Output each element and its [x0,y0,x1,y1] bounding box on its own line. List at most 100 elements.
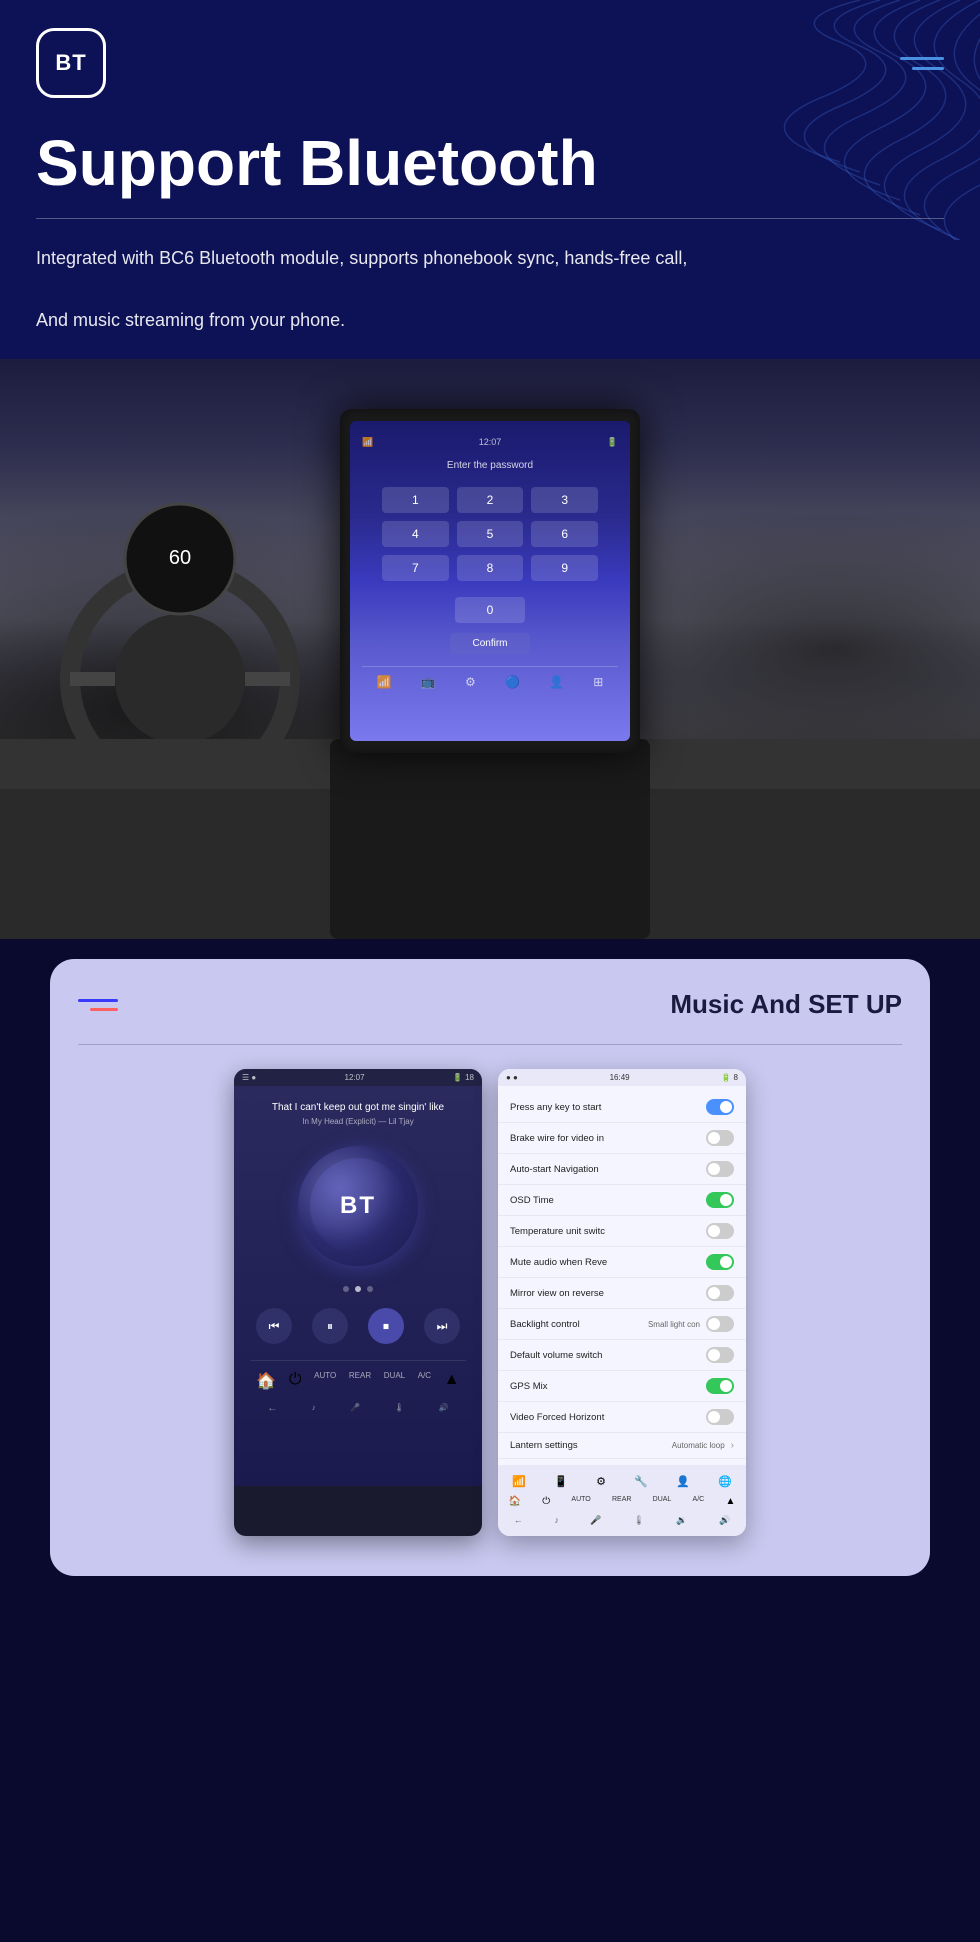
nav-power-icon[interactable]: ⏻ [289,1371,302,1391]
settings-row-mirror-view: Mirror view on reverse [498,1278,746,1309]
car-interior-bg: 60 📶 12:07 🔋 Enter the password [0,359,980,939]
nav-vol-icon[interactable]: 🔊 [439,1403,449,1414]
hero-divider [36,218,944,219]
music-bottom-nav: 🏠 ⏻ AUTO REAR DUAL A/C ▲ [250,1360,466,1397]
settings-row-backlight: Backlight control Small light con [498,1309,746,1340]
snav-settings-icon[interactable]: ⚙ [596,1475,606,1488]
snav-user-icon[interactable]: 👤 [676,1475,690,1488]
settings-status-time: 16:49 [610,1073,630,1082]
nav-mic-icon[interactable]: 🎤 [350,1403,360,1414]
snav-tools-icon[interactable]: 🔧 [634,1475,648,1488]
settings-toggle-mirror-view[interactable] [706,1285,734,1301]
settings-toggle-auto-nav[interactable] [706,1161,734,1177]
rewind-button[interactable]: ⏮ [256,1308,292,1344]
nav-up-icon[interactable]: ▲ [444,1371,460,1391]
numpad-1[interactable]: 1 [382,487,449,513]
settings-screen: ● ● 16:49 🔋 8 Press any key to start Bra… [498,1069,746,1536]
progress-dot [343,1286,349,1292]
nav-bt-icon: 🔵 [505,675,520,689]
play-pause-button[interactable]: ⏸ [312,1308,348,1344]
settings-bottom-nav: 📶 📱 ⚙ 🔧 👤 🌐 🏠 ⏻ AUTO REAR DUAL A/C [498,1465,746,1536]
numpad-4[interactable]: 4 [382,521,449,547]
snav-globe-icon[interactable]: 🌐 [718,1475,732,1488]
forward-button[interactable]: ⏭ [424,1308,460,1344]
settings-row-mute-audio: Mute audio when Reve [498,1247,746,1278]
nav-dual-icon[interactable]: DUAL [384,1371,405,1391]
snav-mic-icon[interactable]: 🎤 [590,1515,601,1526]
stop-button[interactable]: ⏹ [368,1308,404,1344]
nav-apps-icon: ⊞ [593,675,603,689]
settings-toggle-volume-switch[interactable] [706,1347,734,1363]
music-bt-label: BT [340,1192,376,1220]
snav-rear-label[interactable]: REAR [612,1496,631,1507]
settings-label-auto-nav: Auto-start Navigation [510,1164,706,1175]
settings-toggle-backlight[interactable] [706,1316,734,1332]
music-track-subtitle: In My Head (Explicit) — Lil Tjay [250,1117,466,1126]
settings-toggle-gps-mix[interactable] [706,1378,734,1394]
bottom-section: Music And SET UP ☰ ● 12:07 🔋 18 That I c… [50,959,930,1576]
settings-toggle-osd-time[interactable] [706,1192,734,1208]
settings-toggle-temp-unit[interactable] [706,1223,734,1239]
settings-row-press-key: Press any key to start [498,1092,746,1123]
settings-row-temp-unit: Temperature unit switc [498,1216,746,1247]
settings-extra-lantern: Automatic loop [672,1441,725,1450]
music-player-body: That I can't keep out got me singin' lik… [234,1086,482,1486]
numpad-6[interactable]: 6 [531,521,598,547]
settings-chevron-lantern[interactable]: › [731,1440,734,1451]
settings-label-volume-switch: Default volume switch [510,1350,706,1361]
settings-row-osd-time: OSD Time [498,1185,746,1216]
nav-music-icon2[interactable]: ♪ [312,1403,316,1414]
bottom-section-title: Music And SET UP [670,989,902,1020]
numpad-7[interactable]: 7 [382,555,449,581]
settings-extra-backlight: Small light con [648,1320,700,1329]
screen-bottom-nav: 📶 📺 ⚙ 🔵 👤 ⊞ [362,666,618,689]
snav-up-icon[interactable]: ▲ [725,1496,735,1507]
hamburger-menu-icon[interactable] [900,57,944,70]
nav-rear-icon[interactable]: REAR [349,1371,371,1391]
snav-vol-up-icon[interactable]: 🔊 [719,1515,730,1526]
snav-vol-down-icon[interactable]: 🔉 [676,1515,687,1526]
settings-toggle-brake-wire[interactable] [706,1130,734,1146]
music-album-art: BT [298,1146,418,1266]
snav-music-icon[interactable]: ♪ [554,1515,559,1526]
snav-left-icon[interactable]: ← [514,1515,523,1526]
screen-confirm-button[interactable]: Confirm [450,633,530,654]
snav-wifi-icon[interactable]: 📶 [512,1475,526,1488]
settings-row-lantern: Lantern settings Automatic loop › [498,1433,746,1459]
nav-ac-icon[interactable]: A/C [418,1371,431,1391]
bt-logo: BT [36,28,106,98]
numpad-2[interactable]: 2 [457,487,524,513]
snav-ac-label[interactable]: A/C [693,1496,705,1507]
numpad-3[interactable]: 3 [531,487,598,513]
nav-auto-icon[interactable]: AUTO [314,1371,336,1391]
screen-status: 📶 12:07 🔋 [362,437,618,448]
numpad-8[interactable]: 8 [457,555,524,581]
screen-numpad: 1 2 3 4 5 6 7 8 9 [362,487,618,581]
settings-row-gps-mix: GPS Mix [498,1371,746,1402]
numpad-5[interactable]: 5 [457,521,524,547]
hero-text-block: Support Bluetooth Integrated with BC6 Bl… [0,118,980,359]
settings-toggle-press-key[interactable] [706,1099,734,1115]
settings-toggle-mute-audio[interactable] [706,1254,734,1270]
snav-phone-icon[interactable]: 📱 [554,1475,568,1488]
music-status-time: 12:07 [345,1073,365,1082]
snav-temp-icon[interactable]: 🌡 [633,1515,644,1526]
svg-text:60: 60 [169,547,191,569]
bottom-hamburger-icon[interactable] [78,999,118,1011]
numpad-9[interactable]: 9 [531,555,598,581]
settings-toggle-video-forced[interactable] [706,1409,734,1425]
numpad-0[interactable]: 0 [455,597,525,623]
hero-title: Support Bluetooth [36,128,944,198]
settings-status-left: ● ● [506,1073,518,1082]
nav-home-icon[interactable]: 🏠 [256,1371,276,1391]
snav-home-icon[interactable]: 🏠 [509,1496,521,1507]
nav-left-icon[interactable]: ← [267,1403,277,1414]
nav-temp-icon[interactable]: 🌡 [394,1403,404,1414]
numpad-zero-row: 0 [362,597,618,623]
car-screen-display: 📶 12:07 🔋 Enter the password 1 2 3 4 5 6 [350,421,630,741]
settings-row-volume-switch: Default volume switch [498,1340,746,1371]
snav-power-icon[interactable]: ⏻ [542,1496,550,1507]
snav-dual-label[interactable]: DUAL [653,1496,672,1507]
settings-row-video-forced: Video Forced Horizont [498,1402,746,1433]
snav-auto-label[interactable]: AUTO [571,1496,590,1507]
